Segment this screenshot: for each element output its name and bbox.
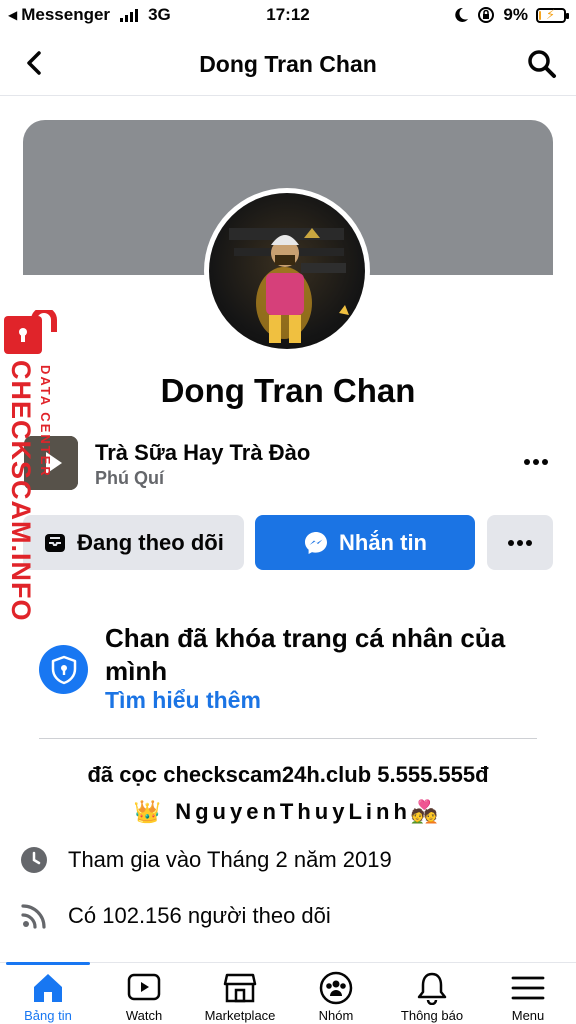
- battery-icon: ⚡: [536, 7, 569, 23]
- tab-label: Menu: [511, 1008, 545, 1023]
- tab-groups[interactable]: Nhóm: [288, 963, 384, 1024]
- joined-text: Tham gia vào Tháng 2 năm 2019: [68, 847, 392, 872]
- tab-watch[interactable]: Watch: [96, 963, 192, 1024]
- tab-menu[interactable]: Menu: [480, 963, 576, 1024]
- tab-feed[interactable]: Bảng tin: [0, 962, 96, 1024]
- page-name[interactable]: Trà Sữa Hay Trà Đào: [95, 440, 310, 466]
- tab-label: Nhóm: [318, 1008, 354, 1023]
- more-actions-button[interactable]: [487, 515, 553, 570]
- battery-percent: 9%: [503, 5, 528, 24]
- avatar-image: [229, 228, 349, 343]
- groups-icon: [319, 971, 353, 1005]
- page-more-options-icon[interactable]: [518, 450, 554, 474]
- tab-label: Bảng tin: [24, 1008, 72, 1023]
- bio-line-1: đã cọc checkscam24h.club 5.555.555đ: [87, 762, 489, 787]
- followers-row[interactable]: Có 102.156 người theo dõi: [20, 902, 331, 930]
- clock-icon: [21, 847, 47, 873]
- message-button[interactable]: Nhắn tin: [255, 515, 475, 570]
- bottom-tab-bar: Bảng tin Watch Marketplace Nhóm Thông bá…: [0, 962, 576, 1024]
- watermark-subtext: DATA CENTER: [38, 365, 53, 478]
- bell-icon: [417, 972, 447, 1005]
- tab-notifications[interactable]: Thông báo: [384, 963, 480, 1024]
- top-navigation: Dong Tran Chan: [0, 34, 576, 96]
- following-label: Đang theo dõi: [77, 529, 224, 555]
- joined-row: Tham gia vào Tháng 2 năm 2019: [20, 846, 392, 874]
- status-right: 9% ⚡: [453, 5, 569, 25]
- following-button[interactable]: Đang theo dõi: [23, 515, 244, 570]
- bio-line-2: 👑 NguyenThuyLinh💑: [0, 799, 576, 825]
- home-icon: [34, 974, 62, 1002]
- rss-icon: [21, 904, 46, 929]
- tab-label: Watch: [125, 1008, 163, 1023]
- bio-name: NguyenThuyLinh: [175, 799, 411, 824]
- menu-icon: [511, 976, 545, 1000]
- status-bar: ◀ Messenger 3G 17:12 9% ⚡: [0, 0, 576, 30]
- search-icon[interactable]: [526, 48, 558, 80]
- inbox-check-icon: [45, 533, 66, 552]
- tab-marketplace[interactable]: Marketplace: [192, 963, 288, 1024]
- page-location: Phú Quí: [95, 468, 164, 488]
- watermark-lock-icon: [4, 310, 57, 354]
- marketplace-icon: [223, 973, 257, 1003]
- locked-profile-title: Chan đã khóa trang cá nhân của mình: [105, 623, 506, 686]
- tab-label: Thông báo: [400, 1008, 464, 1023]
- message-label: Nhắn tin: [339, 529, 427, 555]
- profile-name: Dong Tran Chan: [160, 372, 416, 409]
- moon-icon: [455, 7, 469, 22]
- orientation-lock-icon: [478, 7, 495, 23]
- watermark-text: CHECKSCAM.INFO: [6, 360, 36, 622]
- tab-label: Marketplace: [204, 1008, 276, 1023]
- page-title: Dong Tran Chan: [199, 51, 377, 77]
- profile-avatar[interactable]: [204, 188, 370, 354]
- couple-emoji: 💑: [410, 799, 443, 824]
- watch-icon: [127, 973, 161, 1001]
- crown-emoji: 👑: [133, 799, 166, 824]
- divider: [39, 738, 537, 739]
- messenger-icon: [305, 531, 327, 554]
- learn-more-link[interactable]: Tìm hiểu thêm: [105, 687, 261, 714]
- locked-profile-shield-icon: [39, 645, 88, 694]
- followers-text: Có 102.156 người theo dõi: [68, 903, 331, 928]
